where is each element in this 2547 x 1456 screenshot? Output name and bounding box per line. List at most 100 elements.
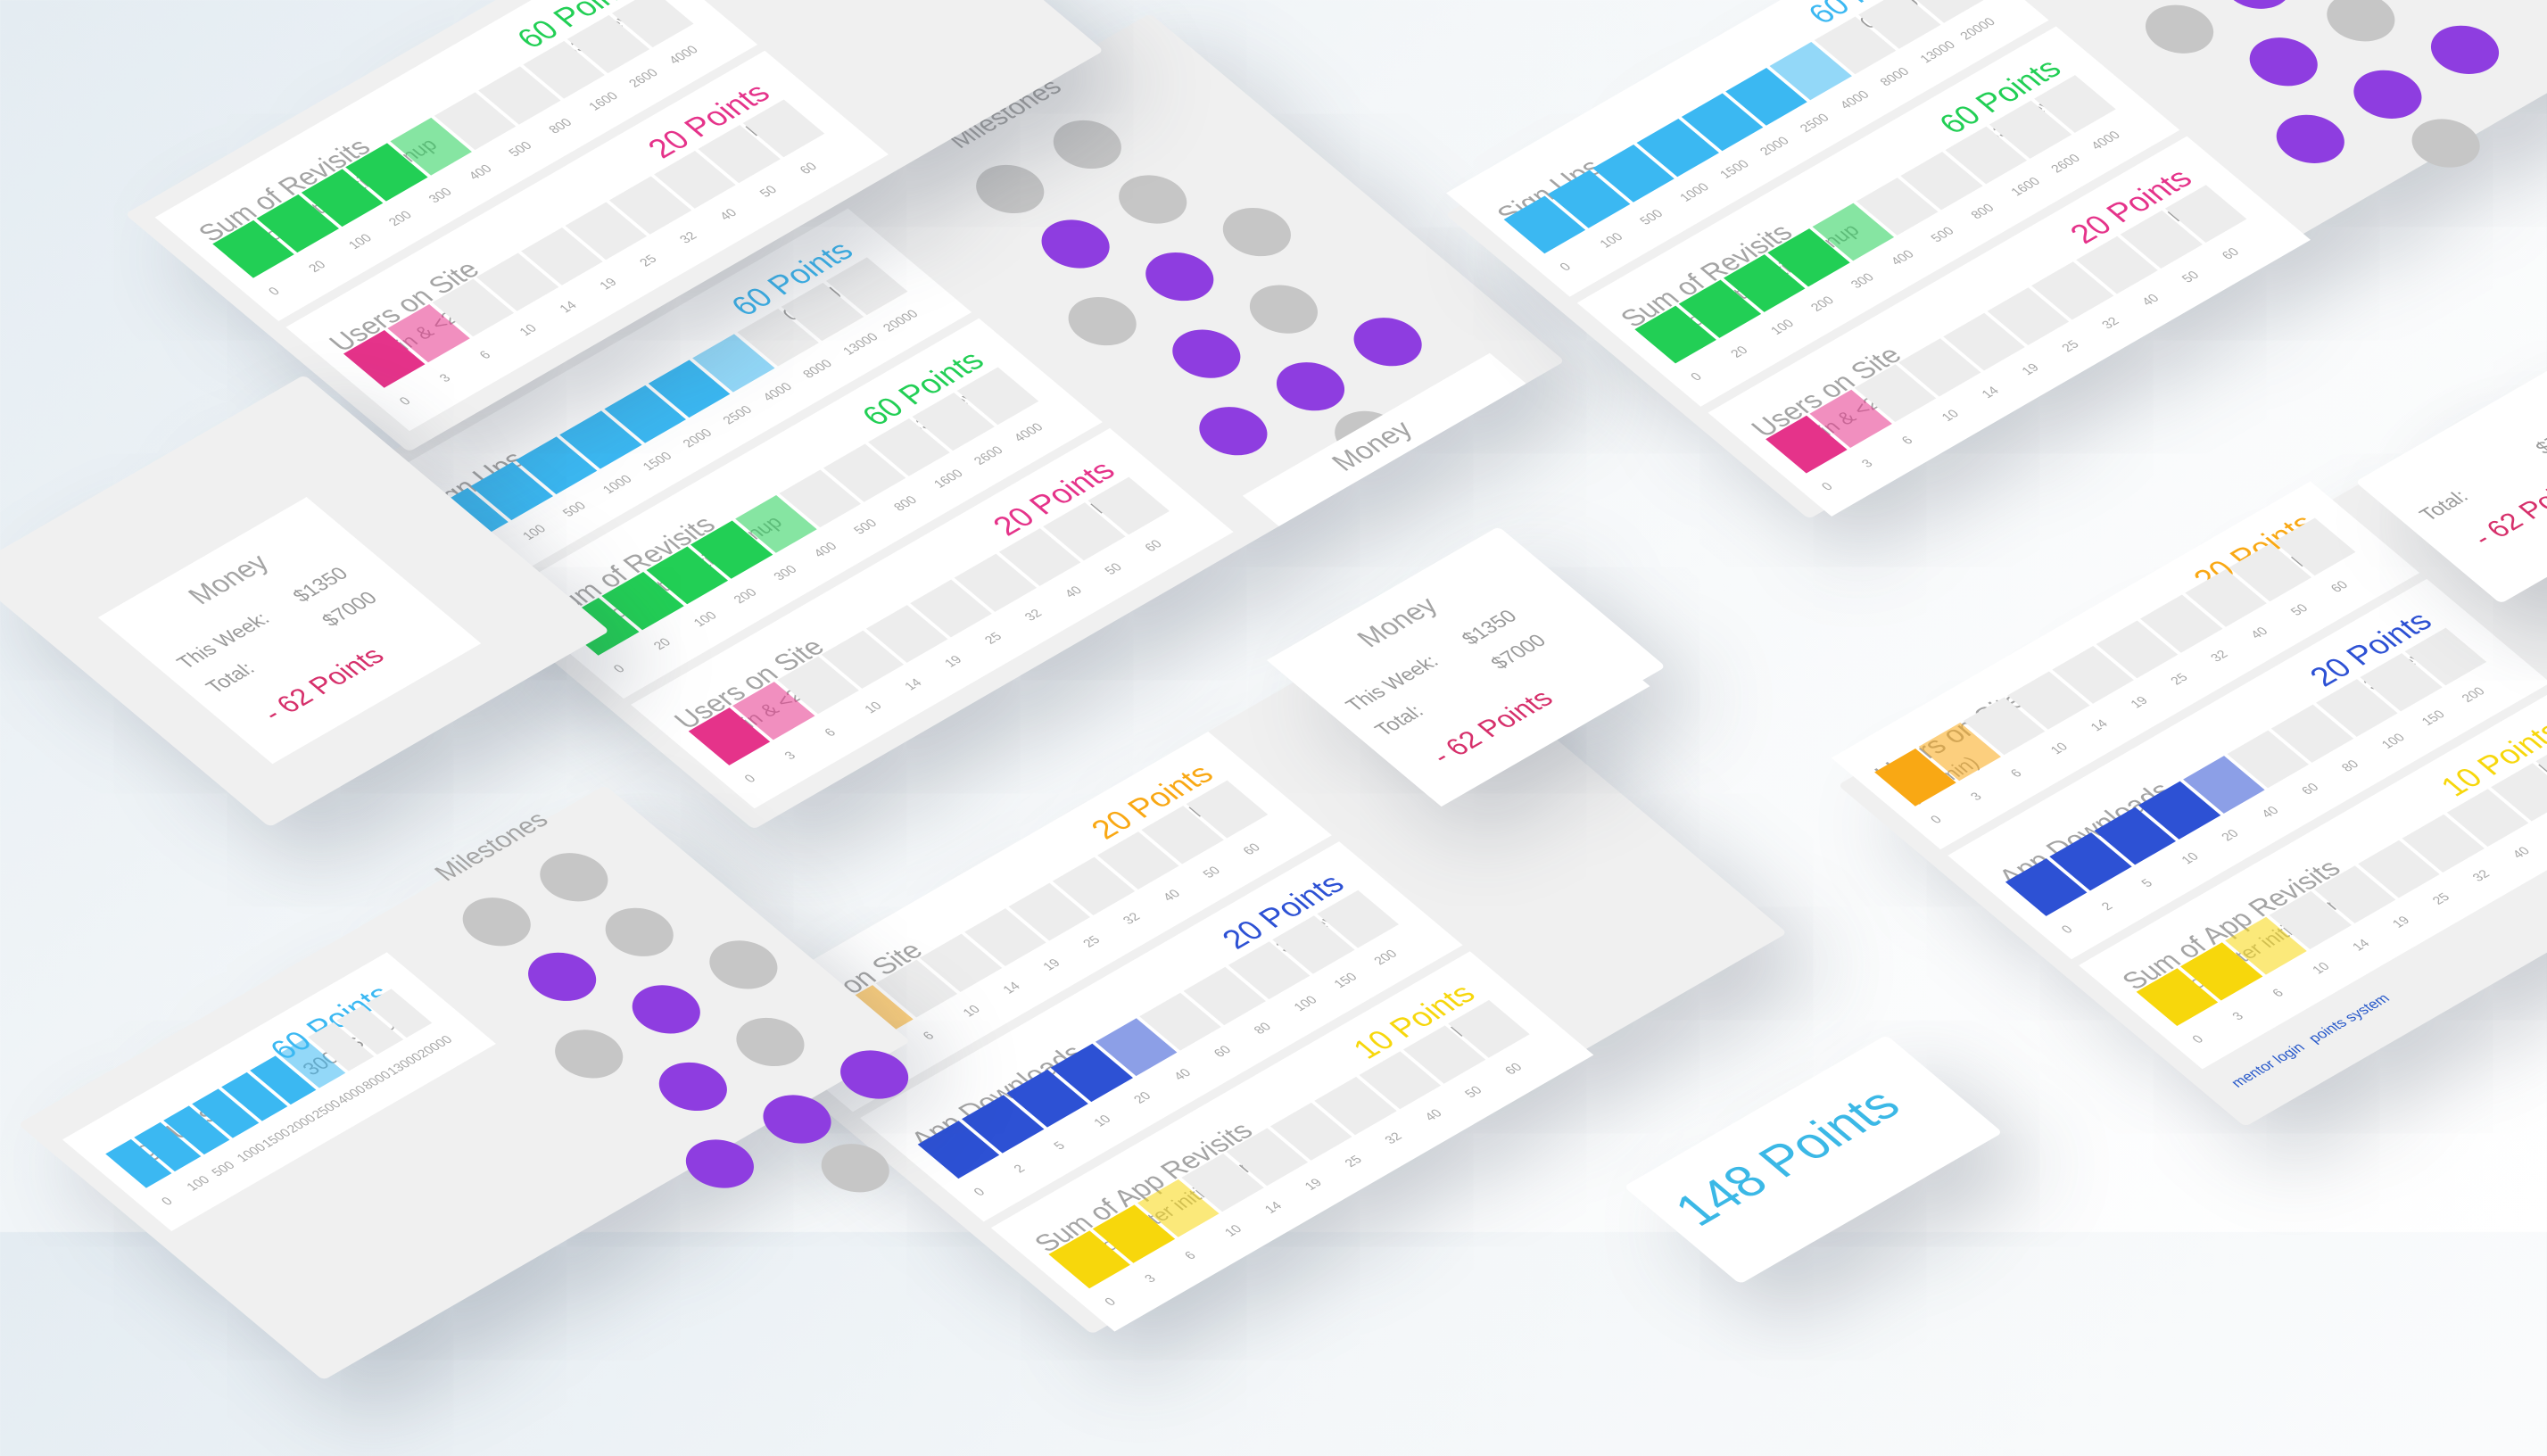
tick-label: 40 (2138, 291, 2162, 309)
tick-label: 4000 (2087, 128, 2123, 153)
tick-label: 10 (516, 321, 540, 338)
milestone-achieved (2339, 60, 2436, 128)
tick-label: 4000 (665, 42, 701, 67)
tick-label: 14 (2087, 716, 2111, 734)
progress-bar (105, 989, 433, 1188)
milestone-pending (448, 888, 545, 956)
tick-label: 14 (900, 675, 925, 693)
tick-label: 5 (2138, 876, 2156, 889)
tick-label: 50 (2287, 600, 2311, 618)
total-label: Total: (2414, 485, 2474, 525)
milestone-achieved (1262, 352, 1359, 421)
tick-label: 100 (1766, 316, 1798, 337)
tick-label: 1600 (930, 466, 966, 491)
tick-label: 2600 (624, 65, 661, 90)
tick-label: 0 (970, 1185, 988, 1198)
tick-label: 32 (1381, 1129, 1405, 1146)
tick-label: 60 (2297, 780, 2322, 798)
tick-label: 10 (861, 699, 885, 716)
tick-label: 200 (2458, 684, 2488, 705)
milestone-achieved (2262, 104, 2359, 173)
tick-label: 5 (1050, 1138, 1068, 1153)
tick-label: 20000 (413, 1032, 456, 1061)
mentor-login-link[interactable]: mentor login (2229, 1040, 2310, 1090)
tick-label: 60 (796, 159, 820, 177)
tick-label: 60 (1210, 1042, 1235, 1060)
tick-label: 32 (675, 228, 700, 246)
tick-label: 1500 (639, 449, 675, 473)
tick-label: 6 (821, 725, 839, 739)
tick-label: 6 (475, 348, 494, 361)
tick-label: 32 (2206, 647, 2231, 665)
tick-label: 60 (1501, 1060, 1526, 1078)
tick-label: 300 (770, 562, 800, 583)
tick-label: 100 (1290, 993, 1320, 1013)
tick-label: 10 (2308, 959, 2333, 977)
tick-label: 40 (2257, 803, 2282, 821)
tick-label: 25 (980, 629, 1005, 647)
tick-label: 6 (1180, 1248, 1199, 1262)
tick-label: 14 (1261, 1198, 1286, 1216)
tick-label: 19 (1301, 1175, 1325, 1193)
milestone-pending (525, 843, 623, 912)
tick-label: 25 (2167, 670, 2191, 688)
tick-label: 40 (2246, 624, 2271, 641)
tick-label: 19 (2127, 693, 2151, 711)
money-title: Money (1351, 592, 1445, 653)
milestone-achieved (672, 1129, 768, 1198)
tick-label: 2 (1010, 1162, 1029, 1176)
milestone-achieved (617, 975, 715, 1044)
tick-label: 32 (1119, 909, 1144, 927)
tick-label: 300 (1847, 270, 1877, 291)
tick-label: 1600 (2007, 174, 2044, 199)
tick-label: 3 (2229, 1009, 2246, 1023)
tick-label: 40 (1170, 1065, 1195, 1083)
tick-label: 25 (1079, 932, 1104, 950)
tick-label: 3 (1140, 1271, 1159, 1286)
tick-label: 13000 (1916, 37, 1958, 66)
tick-label: 40 (1159, 886, 1184, 904)
tick-label: 400 (1887, 247, 1917, 268)
tick-label: 14 (2348, 936, 2373, 954)
tick-label: 500 (849, 516, 881, 537)
money-panel: Money This Week: $1350 Total: $7000- 62 Poin… (97, 497, 482, 765)
total-label: Total: (200, 658, 260, 698)
tick-label: 80 (2337, 757, 2362, 774)
tick-label: 0 (609, 661, 628, 675)
metric-panel-signups: Sign Ups60 Points3000 Signups01005001000… (62, 952, 496, 1231)
tick-label: 40 (1421, 1106, 1445, 1123)
tick-label: 3 (781, 749, 799, 762)
milestone-achieved (1339, 308, 1436, 376)
tick-label: 6 (919, 1029, 938, 1043)
tick-label: 10 (1938, 406, 1962, 424)
tick-label: 60 (1141, 537, 1165, 554)
milestone-achieved (2417, 15, 2513, 84)
tick-label: 19 (2018, 360, 2042, 377)
tick-label: 150 (1330, 970, 1360, 990)
tick-label: 50 (1101, 559, 1125, 577)
tick-label: 25 (2428, 889, 2453, 907)
tick-label: 6 (2006, 766, 2025, 780)
milestone-pending (1054, 287, 1151, 355)
tick-label: 0 (1926, 812, 1945, 826)
total-points-value: 148 Points (1661, 1078, 1913, 1236)
tick-label: 40 (2509, 843, 2533, 861)
tick-label: 50 (756, 182, 781, 200)
tick-label: 8000 (1876, 64, 1913, 88)
tick-label: 40 (1061, 583, 1085, 600)
tick-label: 32 (2468, 866, 2493, 884)
dashboard-card-bottomleft: Sign Ups60 Points3000 Signups01005001000… (18, 785, 922, 1381)
money-title: Money (182, 549, 276, 610)
dashboard-card-topright: Sign Ups60 Points3000 Signups01005001000… (1445, 0, 2547, 520)
tick-label: 60 (2218, 244, 2243, 262)
tick-label: 800 (545, 115, 575, 136)
milestone-achieved (1158, 319, 1255, 388)
tick-label: 50 (2178, 268, 2203, 285)
milestone-pending (722, 1008, 819, 1076)
tick-label: 14 (1978, 384, 2002, 401)
tick-label: 500 (505, 138, 535, 160)
tick-label: 2000 (679, 426, 715, 451)
tick-label: 20 (1129, 1088, 1154, 1106)
tick-label: 1600 (584, 88, 621, 113)
tick-label: 14 (999, 979, 1023, 997)
